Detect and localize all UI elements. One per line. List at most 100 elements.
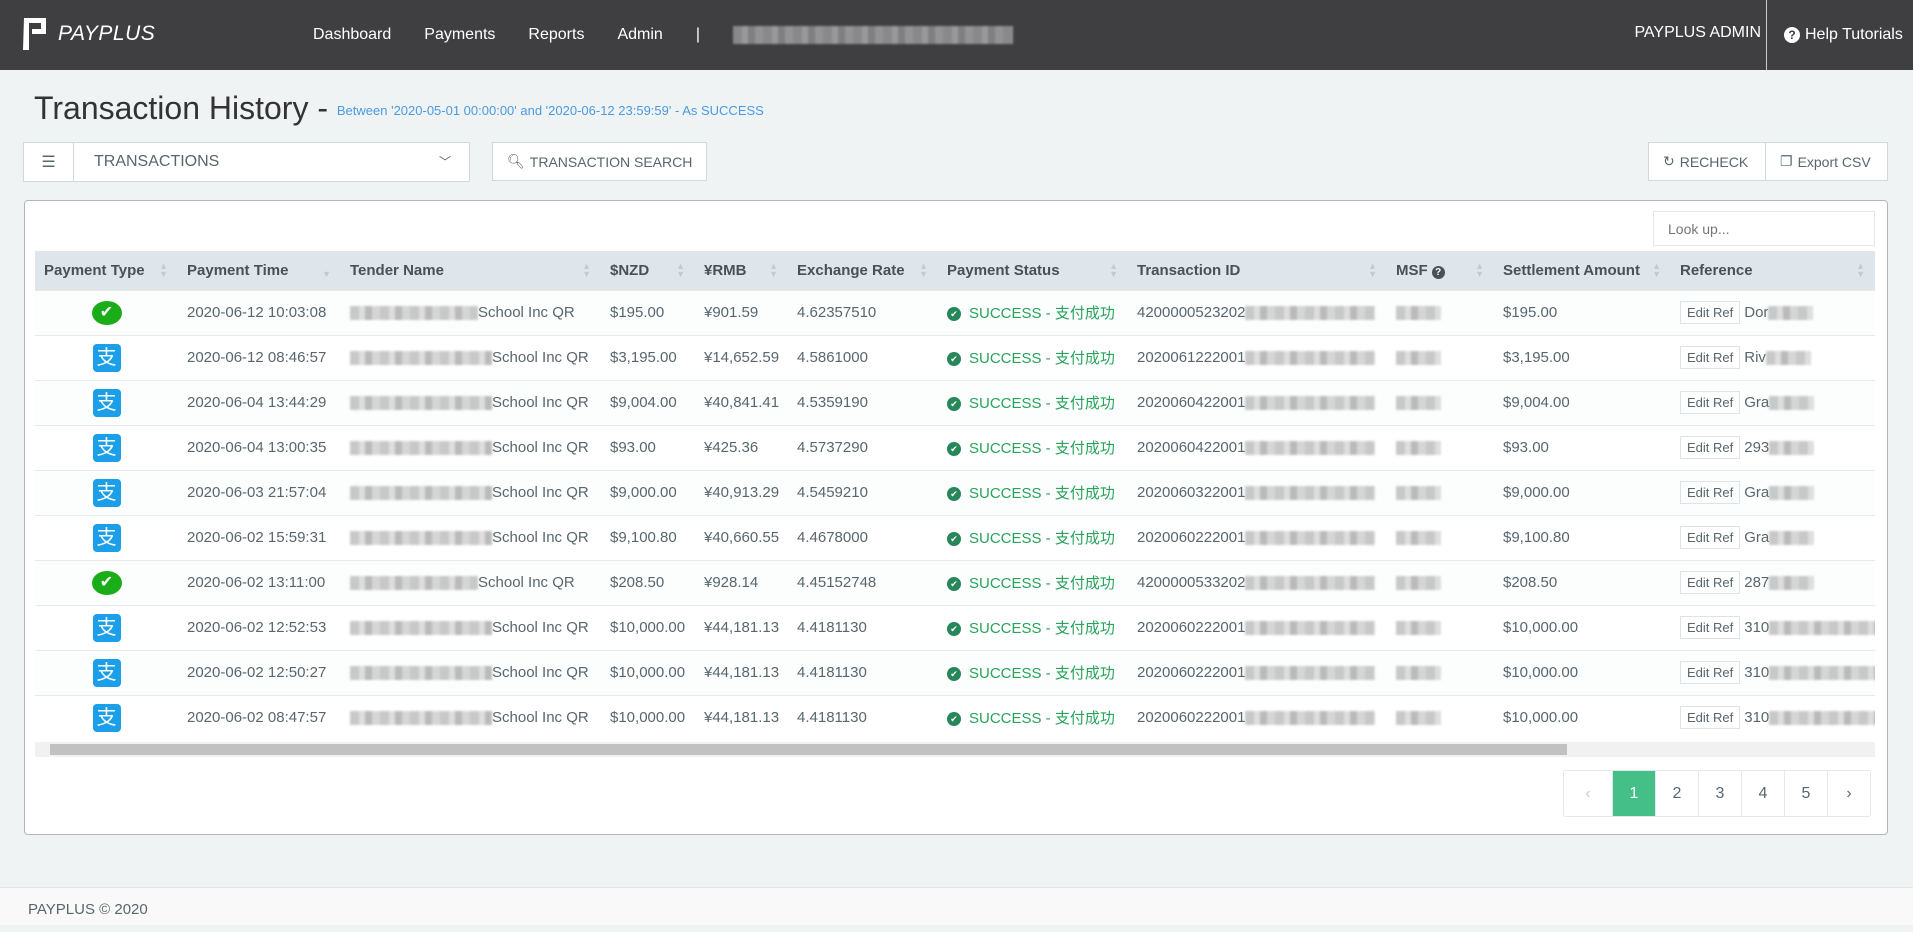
rmb-amount: ¥14,652.59	[695, 334, 788, 380]
column-label: Transaction ID	[1137, 261, 1241, 279]
redacted	[1396, 486, 1441, 501]
list-icon: ☰	[24, 143, 74, 181]
title-text: Transaction History -	[34, 90, 328, 126]
table-row[interactable]: 支 2020-06-04 13:44:29 School Inc QR $9,0…	[35, 379, 1875, 425]
settlement-amount: $93.00	[1494, 424, 1671, 470]
lookup-input[interactable]	[1653, 211, 1875, 246]
transaction-search-button[interactable]: 🔍︎ TRANSACTION SEARCH	[492, 142, 708, 181]
scrollbar-thumb[interactable]	[50, 744, 1567, 755]
settlement-amount: $195.00	[1494, 289, 1671, 335]
column-header[interactable]: Payment Time ▼	[178, 251, 341, 290]
redacted	[350, 531, 492, 546]
column-label: Exchange Rate	[797, 261, 905, 279]
table-row[interactable]: 支 2020-06-02 08:47:57 School Inc QR $10,…	[35, 694, 1875, 740]
alipay-icon: 支	[92, 433, 121, 462]
page-2-button[interactable]: 2	[1655, 771, 1698, 816]
payment-time: 2020-06-02 12:50:27	[178, 649, 341, 695]
tender-text: School Inc QR	[492, 394, 589, 411]
redacted	[1245, 711, 1376, 726]
tender-name: School Inc QR	[341, 424, 601, 470]
redacted	[1396, 576, 1441, 591]
edit-ref-button[interactable]: Edit Ref	[1680, 481, 1741, 504]
user-menu[interactable]: PAYPLUS ADMIN	[1634, 0, 1761, 70]
export-csv-button[interactable]: ❐ Export CSV	[1765, 142, 1888, 181]
nav-dashboard[interactable]: Dashboard	[313, 26, 391, 44]
check-circle-icon: ✔	[947, 622, 961, 636]
transaction-id: 2020060222001	[1128, 694, 1387, 740]
edit-ref-button[interactable]: Edit Ref	[1680, 616, 1741, 639]
search-label: TRANSACTION SEARCH	[529, 153, 693, 170]
edit-ref-button[interactable]: Edit Ref	[1680, 706, 1741, 730]
reference: Edit Ref 293	[1671, 424, 1875, 470]
payment-type: 支	[35, 424, 178, 470]
column-label: Reference	[1680, 261, 1753, 279]
table-row[interactable]: ✔ 2020-06-12 10:03:08 School Inc QR $195…	[35, 289, 1875, 335]
logo[interactable]: PAYPLUS	[18, 16, 155, 52]
column-header[interactable]: Tender Name ▲ ▼	[341, 251, 601, 290]
edit-ref-button[interactable]: Edit Ref	[1680, 661, 1741, 684]
column-header[interactable]: MSF? ▲ ▼	[1387, 251, 1494, 290]
nzd-amount: $93.00	[601, 424, 695, 470]
payment-time: 2020-06-03 21:57:04	[178, 469, 341, 515]
table-row[interactable]: 支 2020-06-02 12:50:27 School Inc QR $10,…	[35, 649, 1875, 695]
edit-ref-button[interactable]: Edit Ref	[1680, 436, 1741, 459]
table-row[interactable]: 支 2020-06-03 21:57:04 School Inc QR $9,0…	[35, 469, 1875, 515]
msf	[1387, 379, 1494, 425]
alipay-icon: 支	[92, 523, 121, 552]
column-header[interactable]: Exchange Rate ▲ ▼	[788, 251, 938, 290]
edit-ref-button[interactable]: Edit Ref	[1680, 526, 1741, 549]
payplus-logo-icon	[23, 18, 46, 50]
payment-type: 支	[35, 334, 178, 380]
nav-divider	[1766, 0, 1767, 70]
txid-text: 2020060222001	[1137, 664, 1246, 681]
edit-ref-button[interactable]: Edit Ref	[1680, 301, 1741, 324]
column-header[interactable]: Reference ▲ ▼	[1671, 251, 1875, 290]
next-page-button[interactable]: ›	[1827, 771, 1870, 816]
recheck-button[interactable]: ↻ RECHECK	[1648, 142, 1766, 181]
redacted	[350, 396, 492, 411]
check-circle-icon: ✔	[947, 532, 961, 546]
prev-page-button[interactable]: ‹	[1564, 771, 1612, 816]
column-header[interactable]: Settlement Amount ▲ ▼	[1494, 251, 1671, 290]
info-icon[interactable]: ?	[1431, 265, 1445, 279]
edit-ref-button[interactable]: Edit Ref	[1680, 571, 1741, 594]
nav-admin[interactable]: Admin	[617, 26, 662, 44]
page-3-button[interactable]: 3	[1698, 771, 1741, 816]
page-1-button[interactable]: 1	[1612, 771, 1655, 816]
column-header[interactable]: Payment Status ▲ ▼	[938, 251, 1128, 290]
redacted	[1396, 666, 1441, 681]
table-row[interactable]: 支 2020-06-02 12:52:53 School Inc QR $10,…	[35, 604, 1875, 650]
nzd-amount: $3,195.00	[601, 334, 695, 380]
page-4-button[interactable]: 4	[1741, 771, 1784, 816]
select-value: TRANSACTIONS	[94, 153, 220, 170]
edit-ref-button[interactable]: Edit Ref	[1680, 391, 1741, 414]
view-select[interactable]: ☰ TRANSACTIONS ﹀	[23, 142, 470, 182]
table-row[interactable]: ✔ 2020-06-02 13:11:00 School Inc QR $208…	[35, 559, 1875, 605]
redacted	[350, 711, 492, 726]
reference: Edit Ref Gra	[1671, 469, 1875, 515]
table-row[interactable]: 支 2020-06-04 13:00:35 School Inc QR $93.…	[35, 424, 1875, 470]
ref-text: Gra	[1744, 484, 1770, 501]
check-circle-icon: ✔	[947, 442, 961, 456]
column-header[interactable]: ¥RMB ▲ ▼	[695, 251, 788, 290]
horizontal-scrollbar[interactable]	[35, 742, 1875, 757]
redacted	[1396, 531, 1441, 546]
tender-text: School Inc QR	[492, 439, 589, 456]
table-row[interactable]: 支 2020-06-02 15:59:31 School Inc QR $9,1…	[35, 514, 1875, 560]
help-tutorials-link[interactable]: ? Help Tutorials	[1784, 0, 1903, 70]
table-row[interactable]: 支 2020-06-12 08:46:57 School Inc QR $3,1…	[35, 334, 1875, 380]
edit-ref-button[interactable]: Edit Ref	[1680, 346, 1741, 369]
redacted	[1245, 486, 1376, 501]
footer: PAYPLUS © 2020	[0, 887, 1913, 925]
column-header[interactable]: Transaction ID ▲ ▼	[1128, 251, 1387, 290]
column-header[interactable]: $NZD ▲ ▼	[601, 251, 695, 290]
exchange-rate: 4.4181130	[788, 694, 938, 740]
page-5-button[interactable]: 5	[1784, 771, 1827, 816]
column-header[interactable]: Payment Type ▲ ▼	[35, 251, 178, 290]
payment-time: 2020-06-02 12:52:53	[178, 604, 341, 650]
payment-time: 2020-06-12 10:03:08	[178, 289, 341, 335]
nav-payments[interactable]: Payments	[424, 26, 495, 44]
nav-reports[interactable]: Reports	[528, 26, 584, 44]
alipay-icon: 支	[92, 343, 121, 372]
sort-icon: ▲ ▼	[919, 261, 928, 279]
